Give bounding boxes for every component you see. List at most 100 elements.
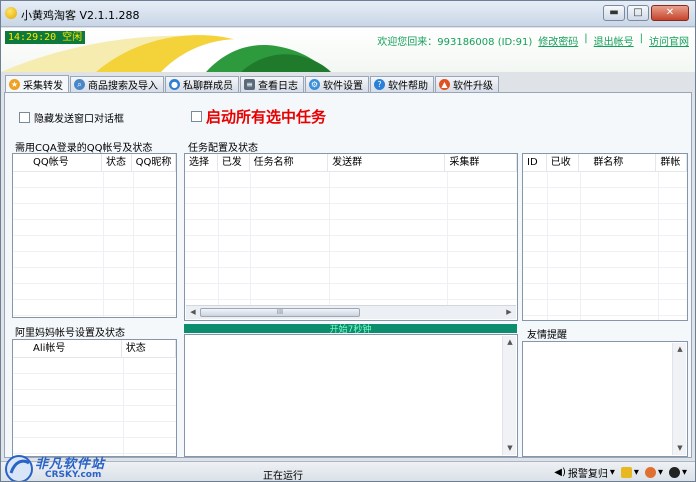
qq-accounts-header: QQ帐号 状态 QQ昵称 <box>13 154 176 172</box>
grid-divider <box>123 358 124 456</box>
gear-icon: ⚙ <box>309 79 320 90</box>
task-progress-bar: 开始7秒钟 <box>184 324 517 335</box>
tab-upgrade[interactable]: ▲ 软件升级 <box>435 76 499 92</box>
tips-vertical-scrollbar[interactable]: ▲ ▼ <box>672 343 686 455</box>
link-separator: | <box>639 33 643 44</box>
column-header[interactable]: 群帐 <box>656 154 687 172</box>
grid-divider <box>580 172 581 320</box>
tab-label: 软件帮助 <box>388 81 428 92</box>
ali-accounts-header: Ali帐号 状态 <box>13 340 176 358</box>
tab-label: 查看日志 <box>258 81 298 92</box>
upgrade-icon: ▲ <box>439 79 450 90</box>
status-tray: ◀) 报警复归 ▾ ▾ ▾ ▾ <box>554 465 687 480</box>
alarm-reset-button[interactable]: ◀) 报警复归 ▾ <box>554 465 615 480</box>
maximize-button[interactable]: □ <box>627 5 649 21</box>
tab-private-chat[interactable]: ● 私聊群成员 <box>165 76 239 92</box>
list-gridlines <box>13 358 176 456</box>
tray-button[interactable]: ▾ <box>620 467 639 478</box>
start-all-tasks-checkbox[interactable]: 启动所有选中任务 <box>191 106 326 127</box>
tasks-horizontal-scrollbar[interactable]: ◀ III ▶ <box>186 305 516 319</box>
title-bar[interactable]: 小黄鸡淘客 V2.1.1.288 ▬ □ ✕ <box>1 1 695 27</box>
header-banner: 14:29:20 空闲 欢迎您回来：993186008 (ID:91) 修改密码… <box>1 28 695 72</box>
column-header[interactable]: 已收 <box>547 154 580 172</box>
dropdown-arrow-icon: ▾ <box>633 467 639 478</box>
friendly-tips-title: 友情提醒 <box>527 330 567 341</box>
tab-settings[interactable]: ⚙ 软件设置 <box>305 76 369 92</box>
list-gridlines <box>185 172 517 305</box>
dropdown-arrow-icon: ▾ <box>609 467 615 478</box>
column-header[interactable]: 任务名称 <box>250 154 329 172</box>
log-output-area[interactable]: ▲ ▼ <box>184 334 518 457</box>
column-header[interactable]: 发送群 <box>328 154 446 172</box>
grid-divider <box>547 172 548 320</box>
welcome-text: 欢迎您回来：993186008 (ID:91) <box>377 37 533 48</box>
logout-link[interactable]: 退出帐号 <box>594 33 634 48</box>
column-header[interactable]: ID <box>523 154 547 172</box>
scroll-right-arrow-icon[interactable]: ▶ <box>504 307 514 318</box>
tab-label: 采集转发 <box>23 81 63 92</box>
scroll-left-arrow-icon[interactable]: ◀ <box>188 307 198 318</box>
tab-help[interactable]: ? 软件帮助 <box>370 76 434 92</box>
grid-divider <box>447 172 448 305</box>
scroll-up-arrow-icon[interactable]: ▲ <box>505 337 515 348</box>
clock-status: 14:29:20 空闲 <box>5 31 86 44</box>
checkbox-label: 隐藏发送窗口对话框 <box>34 114 124 125</box>
emoji-icon <box>644 467 656 478</box>
window-controls: ▬ □ ✕ <box>603 5 689 21</box>
watermark-site: CRSKY.com <box>45 470 102 480</box>
link-separator: | <box>584 33 588 44</box>
account-links: 欢迎您回来：993186008 (ID:91) 修改密码 | 退出帐号 | 访问… <box>377 33 689 48</box>
app-chick-icon <box>5 7 17 19</box>
tab-label: 私聊群成员 <box>183 81 233 92</box>
tab-view-log[interactable]: ≡ 查看日志 <box>240 76 304 92</box>
ali-accounts-list[interactable]: Ali帐号 状态 <box>12 339 177 457</box>
grid-divider <box>218 172 219 305</box>
scroll-thumb[interactable]: III <box>200 308 360 317</box>
column-header[interactable]: 已发 <box>218 154 250 172</box>
column-header[interactable]: QQ帐号 <box>13 154 102 172</box>
log-vertical-scrollbar[interactable]: ▲ ▼ <box>502 336 516 455</box>
running-status: 正在运行 <box>263 471 303 482</box>
tab-bar: ★ 采集转发 ⌕ 商品搜索及导入 ● 私聊群成员 ≡ 查看日志 ⚙ 软件设置 ?… <box>5 74 500 93</box>
column-header[interactable]: 状态 <box>122 340 176 358</box>
tab-product-search[interactable]: ⌕ 商品搜索及导入 <box>70 76 164 92</box>
tray-app-icon <box>620 467 632 478</box>
friendly-tips-area[interactable]: ▲ ▼ <box>522 341 688 457</box>
tab-collect-forward[interactable]: ★ 采集转发 <box>5 75 69 93</box>
official-site-link[interactable]: 访问官网 <box>649 33 689 48</box>
log-icon: ≡ <box>244 79 255 90</box>
grid-divider <box>658 172 659 320</box>
grid-divider <box>133 172 134 317</box>
column-header[interactable]: 采集群 <box>445 154 517 172</box>
tab-label: 软件设置 <box>323 81 363 92</box>
dropdown-arrow-icon: ▾ <box>681 467 687 478</box>
scroll-up-arrow-icon[interactable]: ▲ <box>675 344 685 355</box>
column-header[interactable]: 群名称 <box>579 154 657 172</box>
close-button[interactable]: ✕ <box>651 5 689 21</box>
scroll-down-arrow-icon[interactable]: ▼ <box>675 443 685 454</box>
groups-list[interactable]: ID 已收 群名称 群帐 <box>522 153 688 321</box>
list-gridlines <box>13 172 176 317</box>
tasks-list[interactable]: 选择 已发 任务名称 发送群 采集群 ◀ III ▶ <box>184 153 518 321</box>
tray-button[interactable]: ▾ <box>644 467 663 478</box>
help-icon: ? <box>374 79 385 90</box>
column-header[interactable]: Ali帐号 <box>13 340 122 358</box>
change-password-link[interactable]: 修改密码 <box>538 33 578 48</box>
column-header[interactable]: 状态 <box>102 154 132 172</box>
tray-button[interactable]: ▾ <box>668 467 687 478</box>
scroll-down-arrow-icon[interactable]: ▼ <box>505 443 515 454</box>
minimize-button[interactable]: ▬ <box>603 5 625 21</box>
groups-header: ID 已收 群名称 群帐 <box>523 154 687 172</box>
hide-send-window-checkbox[interactable]: 隐藏发送窗口对话框 <box>19 110 124 125</box>
tasks-header: 选择 已发 任务名称 发送群 采集群 <box>185 154 517 172</box>
column-header[interactable]: 选择 <box>185 154 218 172</box>
column-header[interactable]: QQ昵称 <box>132 154 176 172</box>
star-icon: ★ <box>9 79 20 90</box>
checkbox-box[interactable] <box>19 112 30 123</box>
qq-accounts-list[interactable]: QQ帐号 状态 QQ昵称 <box>12 153 177 318</box>
window-title: 小黄鸡淘客 V2.1.1.288 <box>21 9 140 22</box>
grid-divider <box>250 172 251 305</box>
checkbox-box[interactable] <box>191 111 202 122</box>
tasks-title: 任务配置及状态 <box>188 143 258 154</box>
main-window: 小黄鸡淘客 V2.1.1.288 ▬ □ ✕ 14:29:20 空闲 欢迎您回来… <box>0 0 696 482</box>
